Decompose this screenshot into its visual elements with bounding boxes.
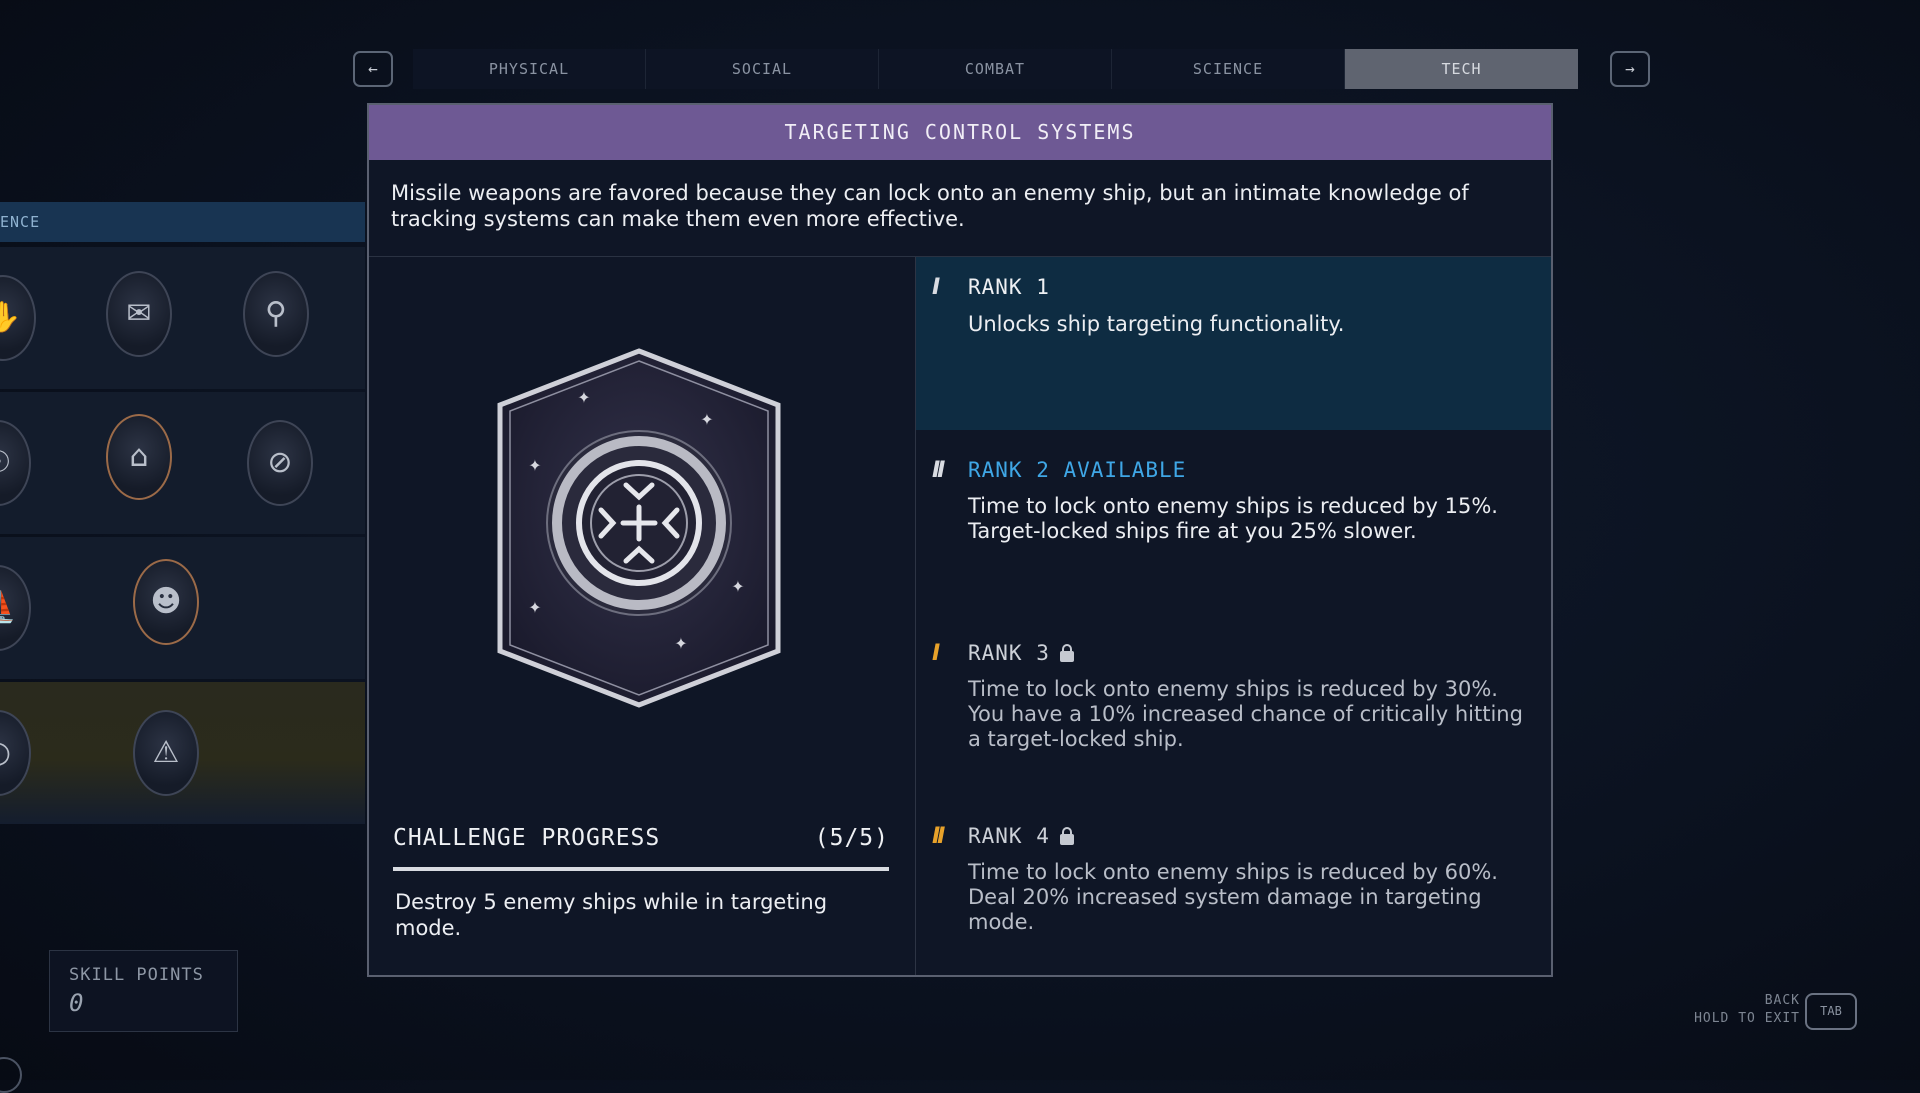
- skill-badge-satellite-icon[interactable]: ⊘: [247, 420, 313, 506]
- targeting-reticle-icon: ✦ ✦ ✦ ✦ ✦ ✦: [497, 348, 781, 708]
- back-label: BACK: [1764, 993, 1800, 1008]
- rank-1[interactable]: I RANK 1 Unlocks ship targeting function…: [916, 257, 1551, 430]
- challenge-count: (5/5): [814, 825, 889, 851]
- tree-row: ⛵ ☻: [0, 537, 365, 679]
- tree-row: ☉ ⌂ ⊘: [0, 392, 365, 534]
- skill-points-value: 0: [69, 989, 84, 1017]
- svg-text:✦: ✦: [528, 598, 541, 617]
- challenge-description: Destroy 5 enemy ships while in targeting…: [395, 890, 828, 940]
- challenge-title: CHALLENGE PROGRESS: [393, 825, 661, 851]
- hold-to-exit-label: HOLD TO EXIT: [1694, 1011, 1800, 1026]
- skill-points-panel: SKILL POINTS 0: [49, 950, 238, 1032]
- rank-description: Time to lock onto enemy ships is reduced…: [968, 677, 1523, 751]
- rank-list: I RANK 1 Unlocks ship targeting function…: [916, 257, 1551, 975]
- svg-text:✦: ✦: [528, 456, 541, 475]
- lock-icon: [1059, 644, 1074, 662]
- tree-row: ✋ ✉ ⚲: [0, 247, 365, 389]
- rank-description: Time to lock onto enemy ships is reduced…: [968, 860, 1498, 934]
- svg-text:✦: ✦: [731, 577, 744, 596]
- rank-label: RANK 1: [968, 275, 1050, 299]
- rank-2[interactable]: II RANK 2 AVAILABLE Time to lock onto en…: [916, 440, 1551, 615]
- skill-badge-ship-icon[interactable]: ⛵: [0, 565, 31, 651]
- skill-description: Missile weapons are favored because they…: [369, 160, 1551, 257]
- tab-tech[interactable]: TECH: [1345, 49, 1578, 89]
- skill-badge-astronaut-icon[interactable]: ☉: [0, 420, 31, 506]
- prev-category-button[interactable]: ←: [353, 51, 393, 87]
- tree-category-header: ENCE: [0, 202, 365, 242]
- skill-badge-planet-icon[interactable]: ◐: [0, 710, 31, 796]
- rank-description: Unlocks ship targeting functionality.: [968, 312, 1345, 336]
- rank-label: RANK 4: [968, 824, 1050, 848]
- tab-key-button[interactable]: TAB: [1805, 993, 1857, 1030]
- lock-icon: [1059, 827, 1074, 845]
- challenge-progress-header: CHALLENGE PROGRESS (5/5): [393, 825, 889, 851]
- rank-label-available: RANK 2 AVAILABLE: [968, 458, 1187, 482]
- skill-badge-document-icon[interactable]: ✉: [106, 271, 172, 357]
- corner-ring-icon: [0, 1057, 22, 1093]
- rank-label: RANK 3: [968, 641, 1050, 665]
- svg-text:✦: ✦: [577, 388, 590, 407]
- tab-social[interactable]: SOCIAL: [646, 49, 879, 89]
- skill-points-label: SKILL POINTS: [69, 965, 204, 985]
- tab-combat[interactable]: COMBAT: [879, 49, 1112, 89]
- rank-bars-icon: II: [932, 824, 945, 849]
- skill-overview: ✦ ✦ ✦ ✦ ✦ ✦ CHALLENGE PROGRESS (5/5) Des…: [369, 257, 916, 975]
- skill-badge-network-icon[interactable]: ⚠: [133, 710, 199, 796]
- rank-3[interactable]: I RANK 3 Time to lock onto enemy ships i…: [916, 623, 1551, 798]
- challenge-progress-bar: [393, 867, 889, 871]
- skill-title: TARGETING CONTROL SYSTEMS: [369, 105, 1551, 160]
- category-tabs: PHYSICAL SOCIAL COMBAT SCIENCE TECH: [413, 49, 1578, 89]
- rank-bars-icon: I: [932, 275, 940, 300]
- rank-4[interactable]: II RANK 4 Time to lock onto enemy ships …: [916, 806, 1551, 971]
- tab-science[interactable]: SCIENCE: [1112, 49, 1345, 89]
- next-category-button[interactable]: →: [1610, 51, 1650, 87]
- tab-physical[interactable]: PHYSICAL: [413, 49, 646, 89]
- skill-badge-medic-icon[interactable]: ✋: [0, 275, 36, 361]
- rank-bars-icon: II: [932, 458, 945, 483]
- rank-bars-icon: I: [932, 641, 940, 666]
- svg-text:✦: ✦: [674, 634, 687, 653]
- challenge-progress-fill: [393, 867, 889, 871]
- skill-badge-robot-icon[interactable]: ☻: [133, 559, 199, 645]
- svg-text:✦: ✦: [700, 410, 713, 429]
- skill-badge-signal-icon[interactable]: ⚲: [243, 271, 309, 357]
- rank-description: Time to lock onto enemy ships is reduced…: [968, 494, 1498, 543]
- skill-detail-panel: TARGETING CONTROL SYSTEMS Missile weapon…: [367, 103, 1553, 977]
- arrow-left-icon: ←: [368, 59, 378, 78]
- arrow-right-icon: →: [1625, 59, 1635, 78]
- skill-badge-turret-icon[interactable]: ⌂: [106, 414, 172, 500]
- back-hint: BACK HOLD TO EXIT: [1694, 992, 1800, 1028]
- tree-row: ◐ ⚠: [0, 682, 365, 824]
